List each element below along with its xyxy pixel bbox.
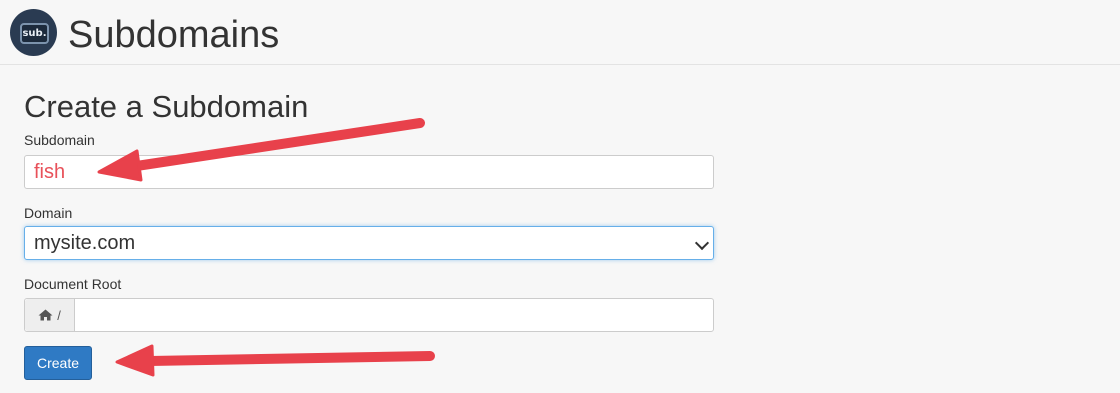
create-subdomain-form: Create a Subdomain Subdomain fish Domain… [0,65,1120,393]
domain-selected-value: mysite.com [34,232,136,254]
create-button[interactable]: Create [24,346,92,380]
logo-text: sub. [20,23,49,44]
subdomain-input[interactable]: fish [24,155,714,189]
document-root-prefix: / [25,299,75,331]
path-separator: / [57,307,61,323]
section-title: Create a Subdomain [24,89,309,124]
home-icon [38,309,53,321]
document-root-group: / [24,298,714,332]
domain-select[interactable]: mysite.com [24,226,714,260]
chevron-down-icon [694,235,710,251]
domain-label: Domain [24,205,73,221]
page-header: sub. Subdomains [0,0,1120,65]
document-root-label: Document Root [24,276,122,292]
subdomain-label: Subdomain [24,132,95,148]
sub-logo-icon: sub. [10,9,57,56]
page-title: Subdomains [68,14,280,56]
document-root-input[interactable] [75,299,713,331]
